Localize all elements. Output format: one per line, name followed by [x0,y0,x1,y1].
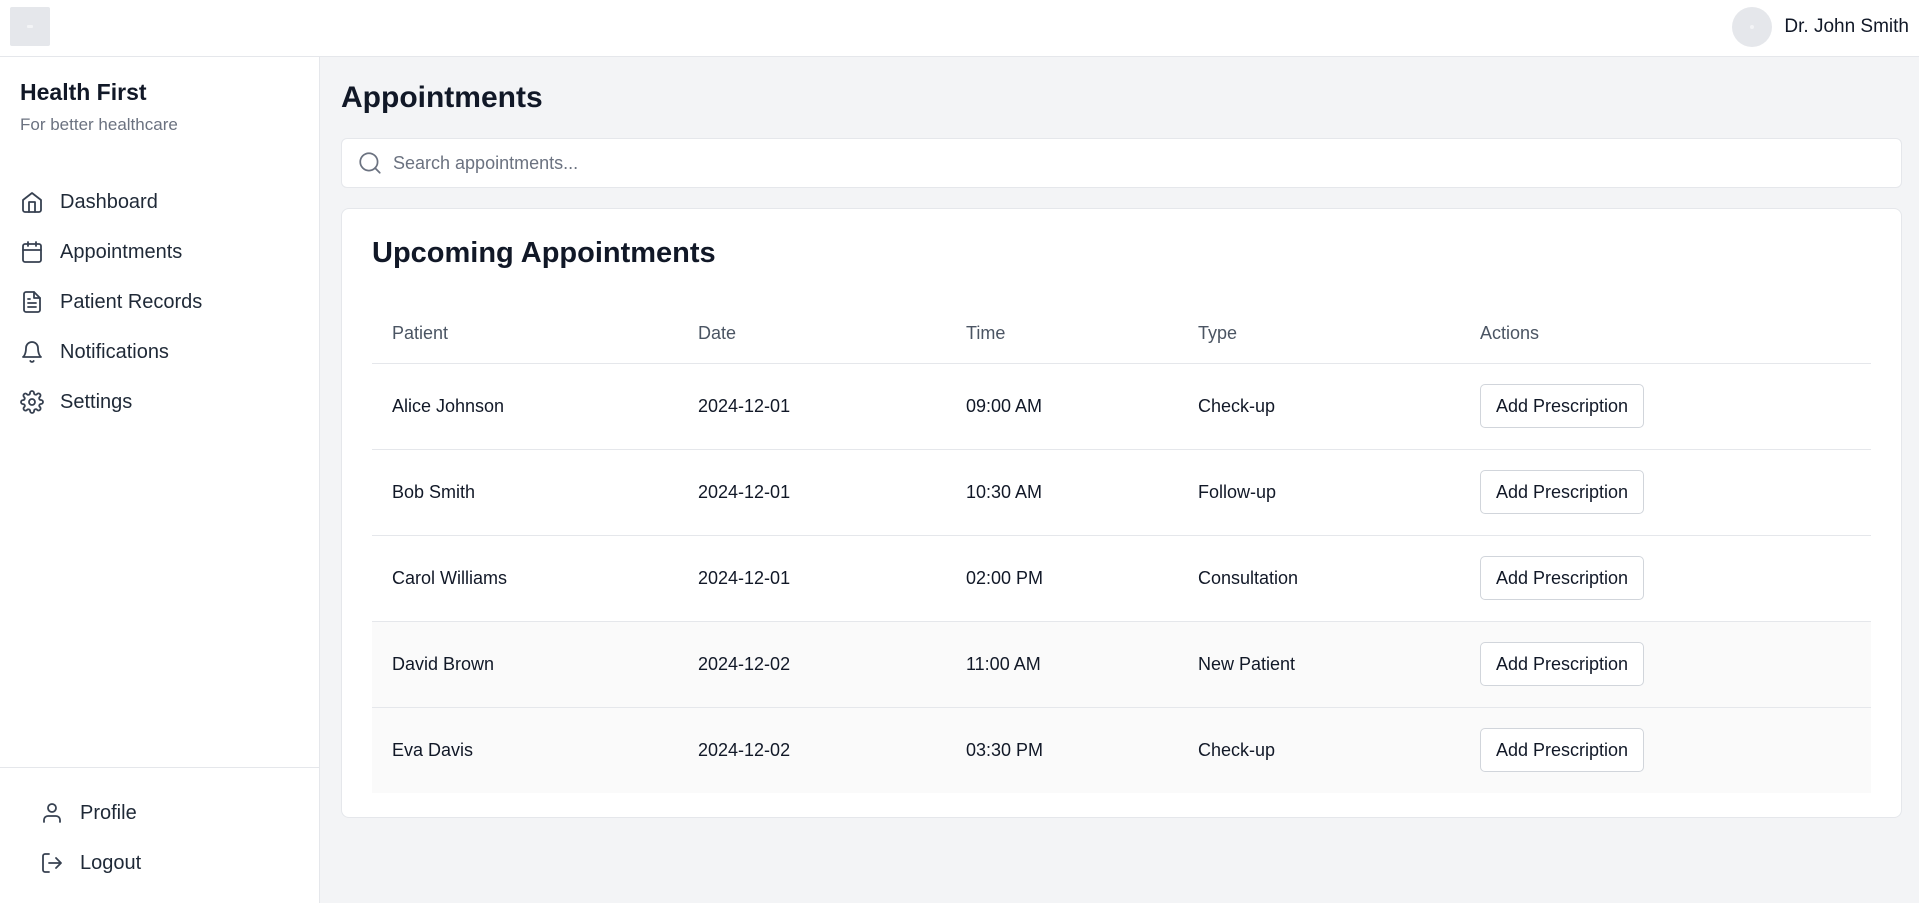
column-header-actions: Actions [1460,304,1871,364]
sidebar-footer: Profile Logout [0,767,319,903]
date-cell: 2024-12-02 [678,621,946,708]
sidebar-item-logout[interactable]: Logout [40,848,141,878]
type-cell: Follow-up [1178,449,1460,536]
user-icon [43,803,61,823]
table-row: Alice Johnson 2024-12-01 09:00 AM Check-… [372,363,1871,450]
appointments-card: Upcoming Appointments Patient Date Time … [341,208,1902,818]
sidebar-item-label: Appointments [60,240,183,263]
time-cell: 10:30 AM [946,449,1178,536]
file-text-icon [23,291,41,313]
time-cell: 02:00 PM [946,535,1178,622]
home-icon [22,192,42,213]
add-prescription-button[interactable]: Add Prescription [1480,470,1645,514]
sidebar-item-label: Logout [80,851,142,874]
time-cell: 03:30 PM [946,707,1178,793]
patient-cell: Eva Davis [372,707,678,793]
search-box[interactable] [341,138,1902,188]
patient-cell: Bob Smith [372,449,678,536]
type-cell: New Patient [1178,621,1460,708]
sidebar-nav: Dashboard Appointments Patient Records N… [20,187,202,437]
sidebar-item-label: Patient Records [60,290,203,313]
time-cell: 09:00 AM [946,363,1178,450]
add-prescription-button[interactable]: Add Prescription [1480,728,1645,773]
sidebar-item-label: Notifications [60,340,169,363]
actions-cell: Add Prescription [1460,363,1871,450]
column-header-type: Type [1178,304,1460,364]
bell-icon [22,341,42,363]
menu-icon [27,25,33,28]
sidebar-item-appointments[interactable]: Appointments [20,237,202,267]
appointments-table: Patient Date Time Type Actions Alice Joh… [372,304,1871,793]
top-bar: Dr. John Smith [0,0,1919,57]
sidebar-bottom-nav: Profile Logout [40,798,141,898]
search-input[interactable] [393,152,1901,174]
user-menu[interactable]: Dr. John Smith [1732,7,1909,47]
table-row: Bob Smith 2024-12-01 10:30 AM Follow-up … [372,449,1871,536]
user-name: Dr. John Smith [1784,16,1909,37]
column-header-time: Time [946,304,1178,364]
sidebar-item-dashboard[interactable]: Dashboard [20,187,202,217]
actions-cell: Add Prescription [1460,535,1871,622]
actions-cell: Add Prescription [1460,621,1871,708]
sidebar-item-label: Profile [80,801,137,824]
menu-toggle-button[interactable] [10,7,50,46]
patient-cell: Alice Johnson [372,363,678,450]
sidebar-item-settings[interactable]: Settings [20,387,202,417]
date-cell: 2024-12-01 [678,535,946,622]
logout-icon [42,853,62,873]
table-header-row: Patient Date Time Type Actions [372,304,1871,364]
sidebar-item-profile[interactable]: Profile [40,798,141,828]
column-header-date: Date [678,304,946,364]
actions-cell: Add Prescription [1460,707,1871,793]
search-icon [359,152,381,174]
sidebar-item-notifications[interactable]: Notifications [20,337,202,367]
brand-title: Health First [20,79,147,105]
actions-cell: Add Prescription [1460,449,1871,536]
page-title: Appointments [341,81,543,114]
sidebar-item-label: Settings [60,390,133,413]
date-cell: 2024-12-01 [678,363,946,450]
gear-icon [20,390,44,414]
table-row: David Brown 2024-12-02 11:00 AM New Pati… [372,621,1871,708]
time-cell: 11:00 AM [946,621,1178,708]
date-cell: 2024-12-01 [678,449,946,536]
calendar-icon [22,241,42,263]
type-cell: Consultation [1178,535,1460,622]
table-row: Eva Davis 2024-12-02 03:30 PM Check-up A… [372,707,1871,793]
sidebar-item-patient-records[interactable]: Patient Records [20,287,202,317]
avatar[interactable] [1732,7,1773,47]
add-prescription-button[interactable]: Add Prescription [1480,556,1645,600]
type-cell: Check-up [1178,707,1460,793]
column-header-patient: Patient [372,304,678,364]
main-content: Appointments Upcoming Appointments Patie… [321,57,1919,903]
sidebar-item-label: Dashboard [60,190,158,213]
sidebar: Health First For better healthcare Dashb… [0,57,320,903]
patient-cell: David Brown [372,621,678,708]
patient-cell: Carol Williams [372,535,678,622]
add-prescription-button[interactable]: Add Prescription [1480,642,1645,686]
type-cell: Check-up [1178,363,1460,450]
date-cell: 2024-12-02 [678,707,946,793]
table-row: Carol Williams 2024-12-01 02:00 PM Consu… [372,535,1871,622]
card-title: Upcoming Appointments [372,237,716,269]
add-prescription-button[interactable]: Add Prescription [1480,384,1645,428]
brand-subtitle: For better healthcare [20,115,178,134]
